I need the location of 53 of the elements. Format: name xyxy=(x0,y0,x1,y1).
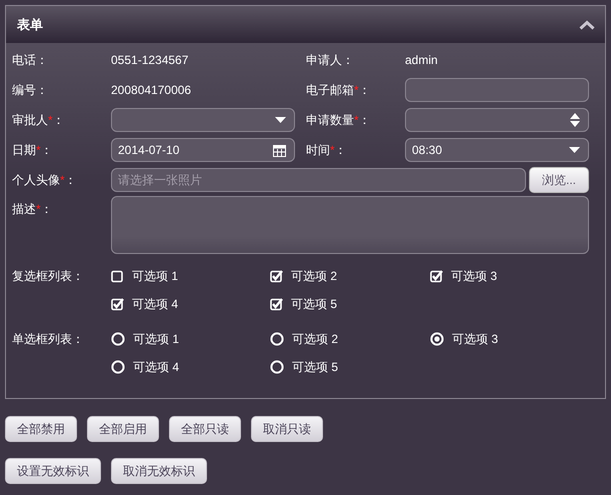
checked-checkbox[interactable] xyxy=(430,270,443,282)
input-field[interactable] xyxy=(405,78,589,102)
option-label[interactable]: 可选项 5 xyxy=(292,358,338,376)
field-label: 时间*： xyxy=(306,142,348,159)
caret-icon xyxy=(275,117,286,123)
field-label: 申请数量*： xyxy=(306,112,372,129)
date-field[interactable]: 2014-07-10 xyxy=(111,138,295,162)
action-button[interactable]: 设置无效标识 xyxy=(5,458,101,484)
field-value: 200804170006 xyxy=(111,82,192,99)
field-label: 复选框列表： xyxy=(12,269,84,283)
calendar-icon xyxy=(273,144,286,156)
radio-button[interactable] xyxy=(430,332,444,346)
field-value: 0551-1234567 xyxy=(111,52,190,69)
field-label: 编号： xyxy=(12,82,49,99)
radio-button[interactable] xyxy=(270,360,284,374)
option-label[interactable]: 可选项 1 xyxy=(133,330,180,348)
dropdown-field[interactable] xyxy=(111,108,295,132)
field-value: admin xyxy=(405,52,439,69)
option-label[interactable]: 可选项 1 xyxy=(132,268,178,284)
field-label: 申请人： xyxy=(306,52,355,69)
option-label[interactable]: 可选项 3 xyxy=(451,268,498,284)
field-label: 个人头像*： xyxy=(12,173,77,187)
option-label[interactable]: 可选项 2 xyxy=(292,330,338,348)
action-button[interactable]: 取消只读 xyxy=(251,416,323,442)
option-label[interactable]: 可选项 4 xyxy=(133,358,180,376)
number-field[interactable] xyxy=(405,108,589,132)
option-label[interactable]: 可选项 2 xyxy=(291,268,338,284)
checked-checkbox[interactable] xyxy=(270,270,283,282)
action-button[interactable]: 取消无效标识 xyxy=(111,458,207,484)
action-button[interactable]: 全部启用 xyxy=(87,416,159,442)
action-button[interactable]: 全部只读 xyxy=(169,416,241,442)
radio-button[interactable] xyxy=(111,360,125,374)
field-label: 日期*： xyxy=(12,142,54,159)
checkbox[interactable] xyxy=(111,270,124,282)
collapse-icon[interactable] xyxy=(579,20,595,30)
panel-title: 表单 xyxy=(17,16,43,34)
field-label: 单选框列表： xyxy=(12,332,84,346)
field-label: 电子邮箱*： xyxy=(306,82,372,99)
checked-checkbox[interactable] xyxy=(270,298,283,310)
caret-icon xyxy=(569,147,580,153)
browse-button[interactable]: 浏览... xyxy=(529,167,589,193)
field-label: 电话： xyxy=(12,52,49,69)
option-label[interactable]: 可选项 4 xyxy=(132,296,178,312)
option-label[interactable]: 可选项 5 xyxy=(291,296,338,312)
checked-checkbox[interactable] xyxy=(111,298,124,310)
action-button[interactable]: 全部禁用 xyxy=(5,416,77,442)
radio-button[interactable] xyxy=(270,332,284,346)
spinner-arrows-icon xyxy=(570,112,580,128)
dropdown-field[interactable]: 08:30 xyxy=(405,138,589,162)
field-label: 审批人*： xyxy=(12,112,66,129)
field-label: 描述*： xyxy=(12,202,53,216)
option-label[interactable]: 可选项 3 xyxy=(452,330,498,348)
radio-button[interactable] xyxy=(111,332,125,346)
